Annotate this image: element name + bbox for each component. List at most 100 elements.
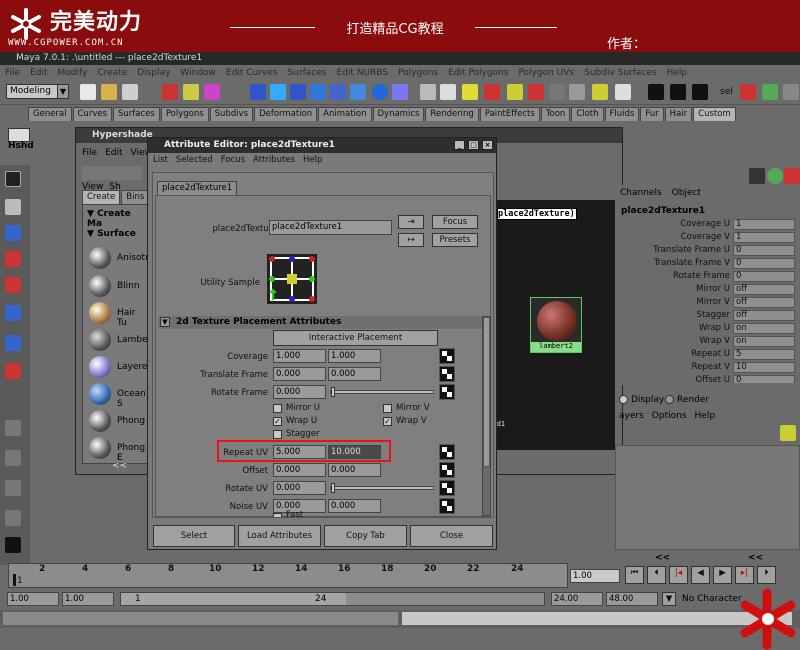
ae-menu-focus[interactable]: Focus [221,155,245,165]
surface-header[interactable]: ▼ Surface [87,229,136,239]
interactive-placement-button[interactable]: Interactive Placement [273,330,438,346]
clapper-ipr-icon[interactable] [670,84,686,100]
start-time-field[interactable]: 1.00 [7,592,59,606]
channel-value[interactable]: 0 [733,258,795,269]
copy-tab-button[interactable]: Copy Tab [324,525,407,547]
show-icon[interactable] [507,84,523,100]
shelf-tab-polygons[interactable]: Polygons [160,107,209,121]
menu-edit-nurbs[interactable]: Edit NURBS [336,68,388,78]
wrap-u-checkbox[interactable]: ✓ [273,417,282,426]
cb-scroll-left[interactable]: << [655,553,670,563]
mirror-u-checkbox[interactable] [273,404,282,413]
channel-value[interactable]: 1 [733,219,795,230]
outliner-view-icon[interactable] [5,480,21,496]
offset-v-field[interactable]: 0.000 [328,463,381,477]
shelf-tab-animation[interactable]: Animation [318,107,372,121]
layers-menu[interactable]: ayers [619,411,644,421]
go-output-icon[interactable]: ↦ [398,233,424,247]
shelf-tab-general[interactable]: General [28,107,72,121]
menu-polygons[interactable]: Polygons [398,68,438,78]
select-toggle-icon[interactable] [740,84,756,100]
magnet-icon[interactable] [549,84,565,100]
channels-menu[interactable]: Channels [620,188,662,198]
layer-help-menu[interactable]: Help [695,411,716,421]
hair-tube-swatch-icon[interactable] [89,302,111,324]
lambert2-node[interactable]: lambert2 [530,297,582,353]
hypershade-menu-file[interactable]: File [82,148,97,158]
menu-window[interactable]: Window [180,68,216,78]
channel-row[interactable]: Wrap Von [617,336,800,348]
new-layer-icon[interactable] [780,425,796,441]
select-tool-icon[interactable] [5,171,21,187]
range-slider[interactable]: 1 24 [120,592,545,606]
map-repeat-uv-icon[interactable] [439,444,455,460]
section-header[interactable]: ▼ 2d Texture Placement Attributes [158,316,482,329]
step-back-key-icon[interactable]: |◂ [669,566,688,584]
material-phong-e[interactable]: Phong E [117,443,147,463]
phong-e-swatch-icon[interactable] [89,437,111,459]
history-icon[interactable] [392,84,408,100]
attribute-scrollbar-thumb[interactable] [483,317,490,467]
play-forwards-icon[interactable]: ▶ [713,566,732,584]
layer-options-menu[interactable]: Options [652,411,687,421]
snap-grid-icon[interactable] [250,84,266,100]
menu-subdiv-surfaces[interactable]: Subdiv Surfaces [584,68,657,78]
single-view-icon[interactable] [5,420,21,436]
menu-edit-curves[interactable]: Edit Curves [226,68,278,78]
menu-edit-polygons[interactable]: Edit Polygons [448,68,508,78]
tab-place2dtexture1[interactable]: place2dTexture1 [157,181,238,195]
four-view-icon[interactable] [5,450,21,466]
coverage-v-field[interactable]: 1.000 [328,349,381,363]
lasso-tool-icon[interactable] [5,199,21,215]
display-radio[interactable] [619,395,628,404]
phong-swatch-icon[interactable] [89,410,111,432]
channel-row[interactable]: Repeat V 10 [617,362,800,374]
shelf-tab-surfaces[interactable]: Surfaces [113,107,160,121]
time-slider[interactable]: 2 4 6 8 10 12 14 16 18 20 22 24 1 [8,563,568,588]
cb-scroll-right[interactable]: << [748,553,763,563]
channel-row[interactable]: Mirror Voff [617,297,800,309]
layer-list[interactable] [615,445,800,550]
snap-live-icon[interactable] [350,84,366,100]
focus-button[interactable]: Focus [432,215,478,229]
channel-value[interactable]: on [733,336,795,347]
current-frame-field[interactable]: 1.00 [570,569,620,583]
translate-frame-v-field[interactable]: 0.000 [328,367,381,381]
shelf-tab-deformation[interactable]: Deformation [254,107,318,121]
channel-box-node-name[interactable]: place2dTexture1 [621,206,705,216]
ae-menu-selected[interactable]: Selected [176,155,213,165]
select-object-icon[interactable] [183,84,199,100]
shelf-tab-subdivs[interactable]: Subdivs [209,107,254,121]
channel-row[interactable]: Coverage V1 [617,232,800,244]
move-tool-icon[interactable] [5,251,21,267]
hypershade-menu-edit[interactable]: Edit [105,148,122,158]
persp-graph-icon[interactable] [5,510,21,526]
scale-tool-icon[interactable] [5,305,21,321]
snap-view-icon[interactable] [310,84,326,100]
menu-surfaces[interactable]: Surfaces [287,68,326,78]
toggle-panels-icon[interactable] [783,84,799,100]
chevron-down-icon[interactable]: ▼ [57,84,69,99]
object-menu[interactable]: Object [672,188,701,198]
maximize-icon[interactable]: □ [468,140,479,150]
render-settings-icon[interactable] [692,84,708,100]
end-time-field[interactable]: 48.00 [606,592,658,606]
paint-icon[interactable] [615,84,631,100]
playback-start-field[interactable]: 1.00 [62,592,114,606]
close-icon[interactable]: × [482,140,493,150]
channel-value[interactable]: 0 [733,375,795,383]
channel-row[interactable]: Stagger off [617,310,800,322]
layered-swatch-icon[interactable] [89,356,111,378]
shelf-tab-curves[interactable]: Curves [72,107,113,121]
menu-display[interactable]: Display [137,68,170,78]
map-rotate-frame-icon[interactable] [439,384,455,400]
presets-button[interactable]: Presets [432,233,478,247]
ipr-render-icon[interactable] [462,84,478,100]
snap-curve-icon[interactable] [270,84,286,100]
playback-end-field[interactable]: 24.00 [551,592,603,606]
shelf-tab-fluids[interactable]: Fluids [604,107,640,121]
channel-value[interactable]: 5 [733,349,795,360]
channel-value[interactable]: off [733,310,795,321]
channel-box-toggle-icon[interactable] [749,168,765,184]
channel-value[interactable]: 10 [733,362,795,373]
